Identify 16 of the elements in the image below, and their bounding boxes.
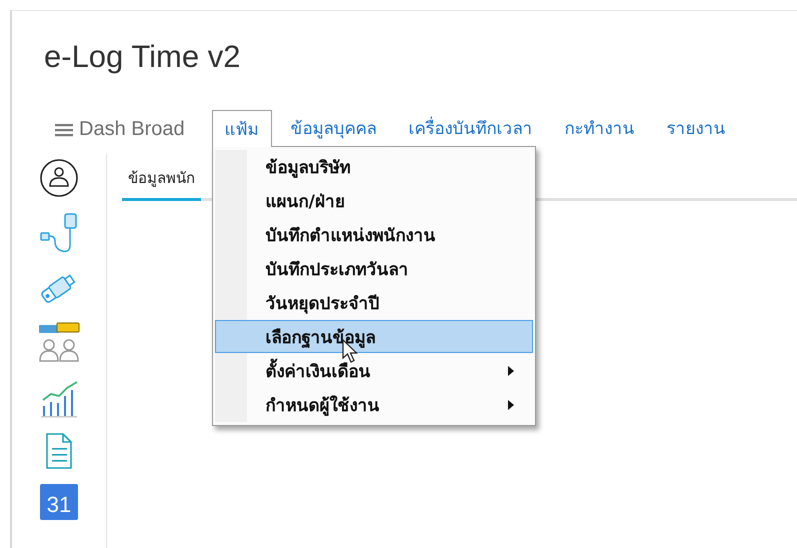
menu-icon[interactable]	[55, 122, 73, 136]
menu-entry[interactable]: กำหนดผู้ใช้งาน	[214, 388, 533, 421]
menu-entry[interactable]: ตั้งค่าเงินเดือน	[214, 354, 533, 387]
menu-entry[interactable]: แผนก/ฝ่าย	[214, 184, 533, 217]
submenu-arrow-icon	[508, 366, 514, 376]
calendar-icon[interactable]: 31	[40, 484, 78, 520]
menu-entry[interactable]: ข้อมูลบริษัท	[214, 150, 533, 183]
app-title: e-Log Time v2	[43, 38, 242, 76]
profile-icon[interactable]	[37, 158, 81, 198]
submenu-arrow-icon	[508, 400, 514, 410]
menu-entry[interactable]: วันหยุดประจำปี	[214, 286, 533, 319]
tab[interactable]: ข้อมูลพนัก	[122, 162, 201, 201]
people-chat-icon[interactable]	[37, 321, 81, 365]
menu-item[interactable]: แฟ้ม	[212, 110, 272, 147]
menu-entry[interactable]: บันทึกประเภทวันลา	[214, 252, 533, 285]
menu-entry[interactable]: บันทึกตำแหน่งพนักงาน	[214, 218, 533, 251]
